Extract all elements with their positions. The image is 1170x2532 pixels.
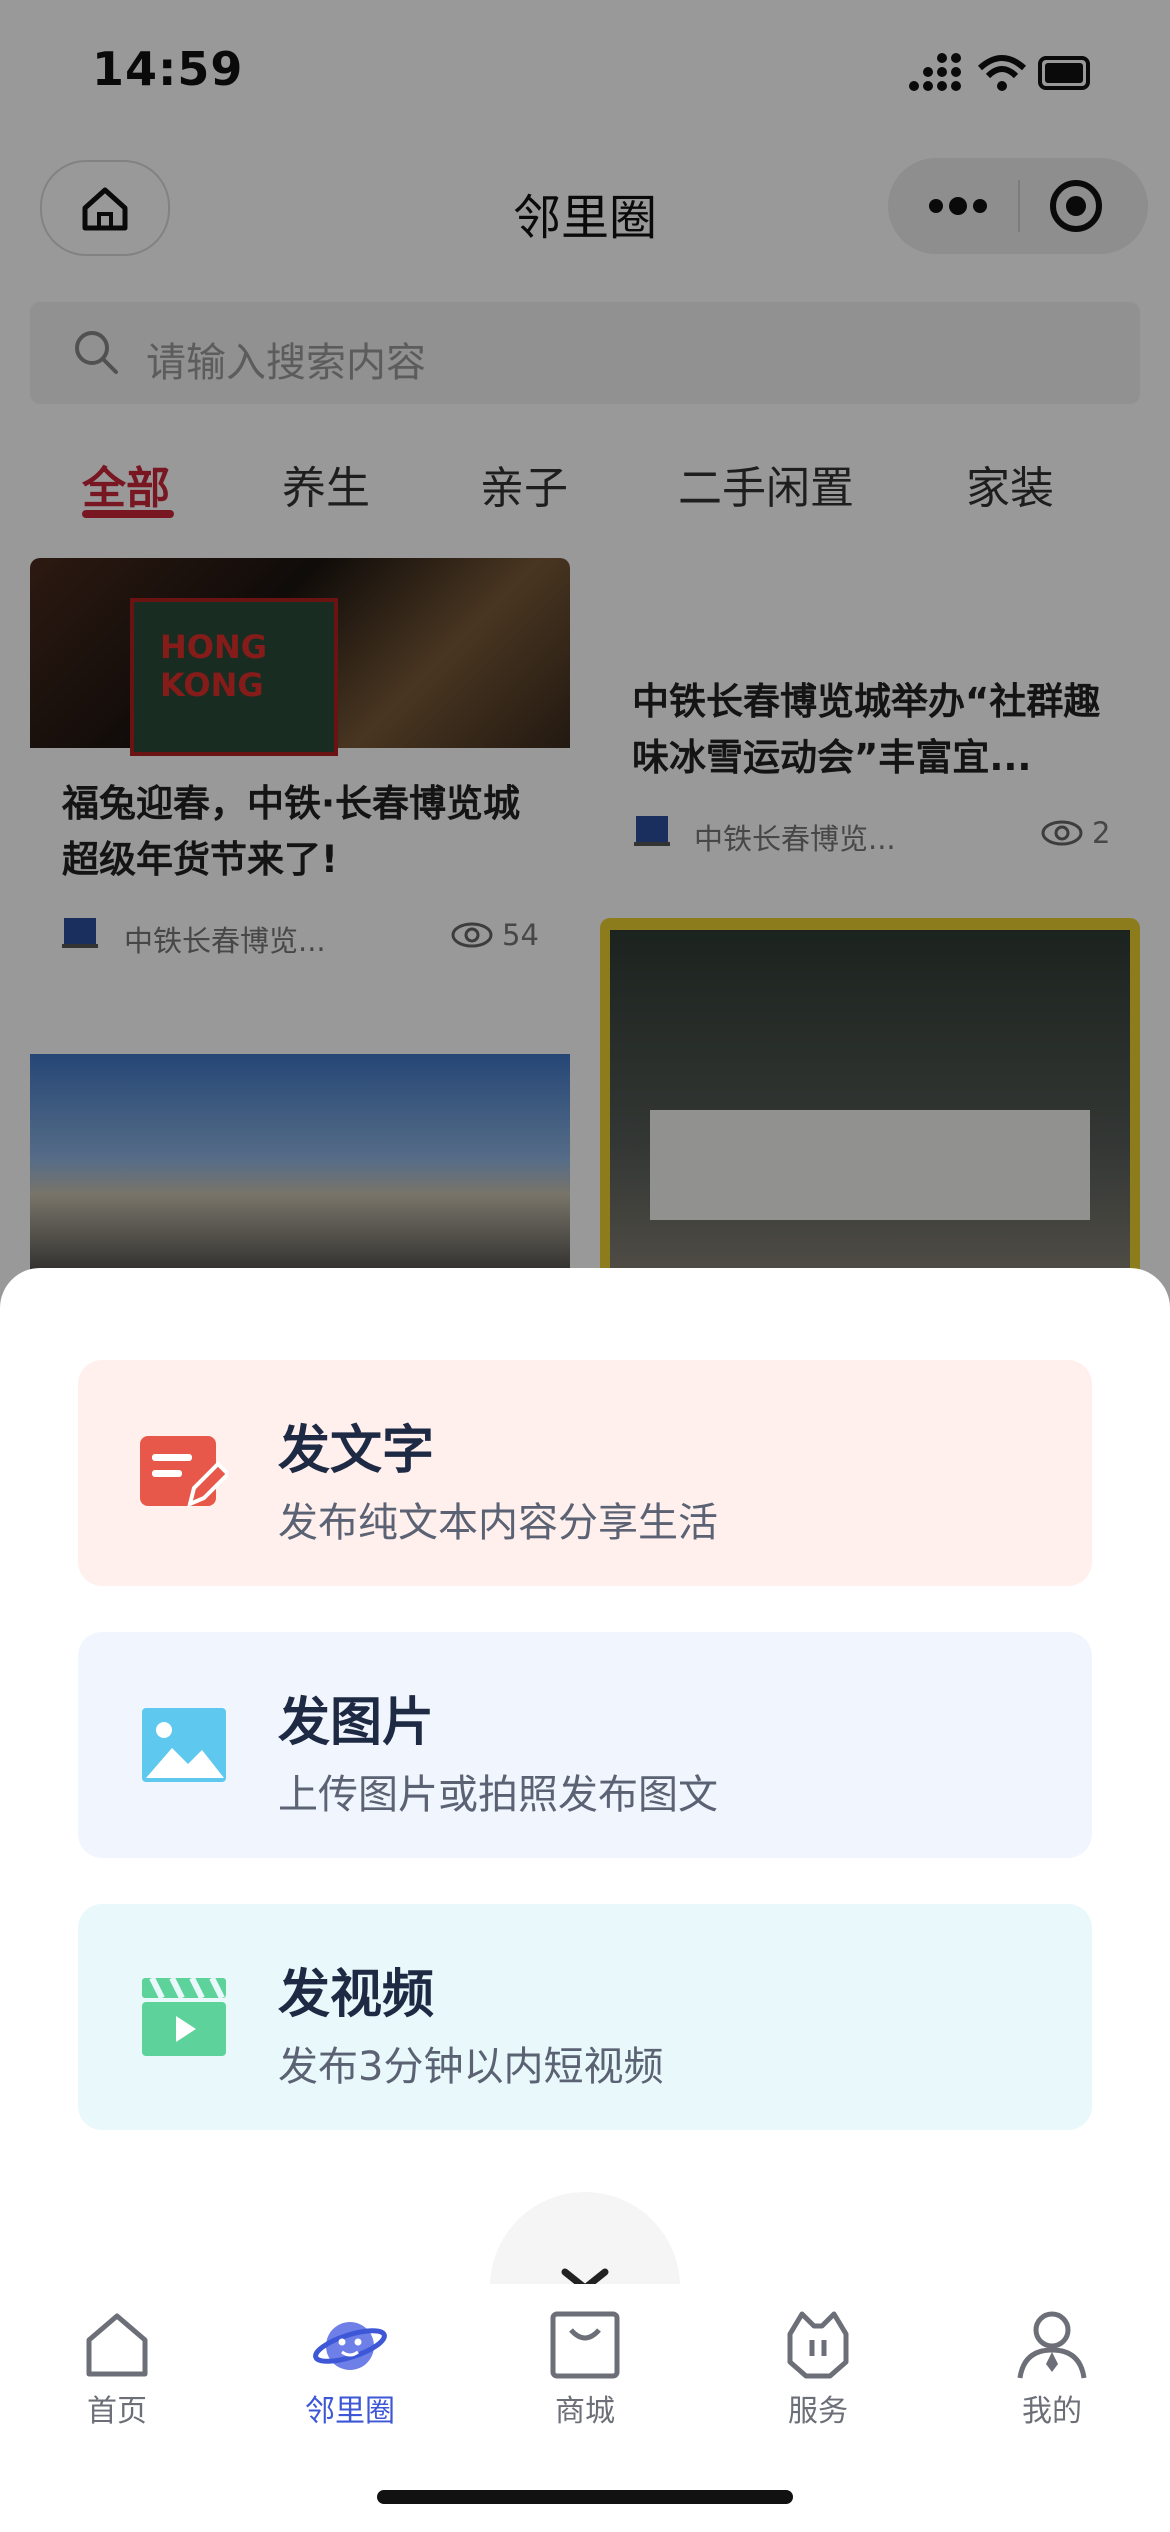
tabbar-item-home[interactable]: 首页 bbox=[57, 2306, 177, 2430]
text-edit-icon bbox=[140, 1436, 228, 1508]
tabbar-label: 邻里圈 bbox=[305, 2394, 395, 2429]
service-icon bbox=[787, 2311, 849, 2379]
post-image-title: 发图片 bbox=[278, 1693, 435, 1753]
video-clapper-icon bbox=[142, 1976, 226, 2056]
planet-icon bbox=[313, 2322, 387, 2370]
tabbar-item-service[interactable]: 服务 bbox=[758, 2306, 878, 2430]
tabbar-label: 商城 bbox=[555, 2394, 615, 2429]
tabbar-label: 我的 bbox=[1022, 2394, 1082, 2429]
post-video-title: 发视频 bbox=[278, 1965, 435, 2025]
post-video-option[interactable]: 发视频 发布3分钟以内短视频 bbox=[78, 1904, 1092, 2130]
profile-icon bbox=[1017, 2311, 1087, 2379]
post-text-title: 发文字 bbox=[278, 1421, 435, 1481]
post-video-desc: 发布3分钟以内短视频 bbox=[278, 2044, 664, 2090]
post-image-desc: 上传图片或拍照发布图文 bbox=[278, 1772, 718, 1818]
tabbar-item-mall[interactable]: 商城 bbox=[525, 2306, 645, 2430]
home-icon bbox=[86, 2313, 148, 2377]
home-indicator bbox=[377, 2490, 793, 2504]
post-text-option[interactable]: 发文字 发布纯文本内容分享生活 bbox=[78, 1360, 1092, 1586]
tabbar-item-neighborhood[interactable]: 邻里圈 bbox=[290, 2306, 410, 2430]
tabbar-item-profile[interactable]: 我的 bbox=[992, 2306, 1112, 2430]
image-icon bbox=[142, 1708, 226, 1782]
post-image-option[interactable]: 发图片 上传图片或拍照发布图文 bbox=[78, 1632, 1092, 1858]
shopping-bag-icon bbox=[550, 2311, 620, 2379]
post-text-desc: 发布纯文本内容分享生活 bbox=[278, 1500, 718, 1546]
tabbar-label: 服务 bbox=[788, 2394, 848, 2429]
tabbar-label: 首页 bbox=[87, 2394, 147, 2429]
